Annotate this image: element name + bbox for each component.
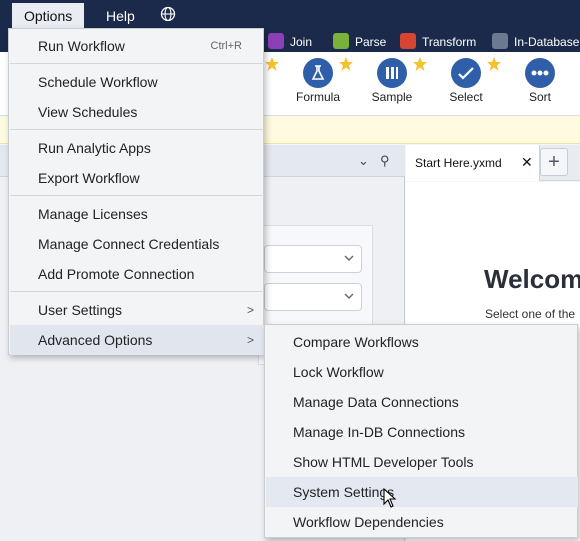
submenu-item-show-html-developer-tools[interactable]: Show HTML Developer Tools (266, 447, 578, 477)
submenu-item-workflow-dependencies[interactable]: Workflow Dependencies (266, 507, 578, 537)
submenu-item-manage-data-connections[interactable]: Manage Data Connections (266, 387, 578, 417)
menu-item-label: Export Workflow (38, 170, 140, 186)
menu-separator (10, 129, 264, 130)
menu-item-label: Manage Licenses (38, 206, 148, 222)
menu-item-label: Schedule Workflow (38, 74, 158, 90)
formula-icon (303, 58, 333, 88)
globe-icon[interactable] (160, 6, 176, 22)
advanced-options-submenu: Compare Workflows Lock Workflow Manage D… (264, 324, 578, 538)
mouse-cursor-icon (383, 488, 397, 508)
submenu-item-lock-workflow[interactable]: Lock Workflow (266, 357, 578, 387)
tool-select-label: Select (449, 90, 483, 104)
chevron-down-icon[interactable]: ⌄ (358, 153, 369, 169)
menu-item-label: User Settings (38, 302, 123, 318)
menu-item-advanced-options[interactable]: Advanced Options > (10, 325, 264, 355)
options-menu: Run Workflow Ctrl+R Schedule Workflow Vie… (8, 28, 264, 355)
menu-bar: Options Help (0, 0, 580, 30)
welcome-subtitle: Select one of the (485, 307, 576, 321)
menu-item-manage-connect-credentials[interactable]: Manage Connect Credentials (10, 229, 264, 259)
category-join[interactable]: Join (268, 33, 312, 51)
menu-item-run-workflow[interactable]: Run Workflow Ctrl+R (10, 31, 264, 61)
sort-icon (525, 58, 555, 88)
menu-item-label: Manage In-DB Connections (293, 424, 465, 440)
menu-item-label: Run Workflow (38, 38, 125, 54)
join-icon (268, 33, 284, 49)
menu-options-label: Options (24, 8, 73, 24)
menu-separator (10, 291, 264, 292)
menu-item-user-settings[interactable]: User Settings > (10, 295, 264, 325)
menu-item-manage-licenses[interactable]: Manage Licenses (10, 199, 264, 229)
menu-item-export-workflow[interactable]: Export Workflow (10, 163, 264, 193)
config-dropdown[interactable] (264, 245, 362, 273)
chevron-right-icon: > (246, 333, 254, 347)
new-tab-button[interactable]: + (540, 148, 568, 176)
close-icon[interactable]: ✕ (521, 154, 533, 171)
menu-item-label: Manage Connect Credentials (38, 236, 220, 252)
welcome-title: Welcom (484, 264, 580, 294)
menu-options[interactable]: Options (12, 3, 85, 29)
menu-item-label: Add Promote Connection (38, 266, 195, 282)
sample-icon (377, 58, 407, 88)
category-in-database-label: In-Database (514, 35, 580, 49)
menu-item-label: Compare Workflows (293, 334, 419, 350)
category-parse[interactable]: Parse (333, 33, 386, 51)
tab-label: Start Here.yxmd (415, 156, 502, 170)
pin-icon[interactable]: ⚲ (380, 153, 390, 169)
menu-item-label: Lock Workflow (293, 364, 384, 380)
transform-icon (400, 33, 416, 49)
tool-sample-label: Sample (371, 90, 413, 104)
submenu-item-manage-in-db-connections[interactable]: Manage In-DB Connections (266, 417, 578, 447)
category-parse-label: Parse (355, 35, 387, 49)
menu-help[interactable]: Help (94, 3, 147, 29)
tool-formula-label: Formula (295, 90, 340, 104)
parse-icon (333, 33, 349, 49)
menu-item-label: System Settings (293, 484, 395, 500)
chevron-down-icon (344, 293, 354, 299)
menu-item-label: Show HTML Developer Tools (293, 454, 474, 470)
tool-sort-label: Sort (528, 90, 551, 104)
menu-separator (10, 63, 264, 64)
menu-item-label: View Schedules (38, 104, 138, 120)
chevron-down-icon (344, 255, 354, 261)
category-join-label: Join (290, 35, 313, 49)
star-icon (487, 57, 501, 71)
submenu-item-compare-workflows[interactable]: Compare Workflows (266, 327, 578, 357)
submenu-item-system-settings[interactable]: System Settings (266, 477, 578, 507)
star-icon (339, 57, 353, 71)
star-icon (413, 57, 427, 71)
chevron-right-icon: > (246, 303, 254, 317)
menu-item-schedule-workflow[interactable]: Schedule Workflow (10, 67, 264, 97)
category-transform-label: Transform (422, 35, 477, 49)
menu-item-label: Manage Data Connections (293, 394, 459, 410)
menu-separator (10, 195, 264, 196)
config-dropdown[interactable] (264, 283, 362, 311)
tab-start-here[interactable]: Start Here.yxmd ✕ (406, 145, 540, 181)
tool-sort[interactable]: Sort (508, 58, 572, 104)
category-in-database[interactable]: In-Database (492, 33, 579, 51)
shortcut-label: Ctrl+R (210, 40, 242, 52)
menu-item-label: Workflow Dependencies (293, 514, 444, 530)
menu-help-label: Help (106, 8, 135, 24)
menu-item-run-analytic-apps[interactable]: Run Analytic Apps (10, 133, 264, 163)
in-database-icon (492, 33, 508, 49)
menu-item-view-schedules[interactable]: View Schedules (10, 97, 264, 127)
menu-item-add-promote-connection[interactable]: Add Promote Connection (10, 259, 264, 289)
category-transform[interactable]: Transform (400, 33, 476, 51)
menu-item-label: Run Analytic Apps (38, 140, 151, 156)
menu-item-label: Advanced Options (38, 332, 153, 348)
star-icon (265, 57, 279, 71)
select-icon (451, 58, 481, 88)
